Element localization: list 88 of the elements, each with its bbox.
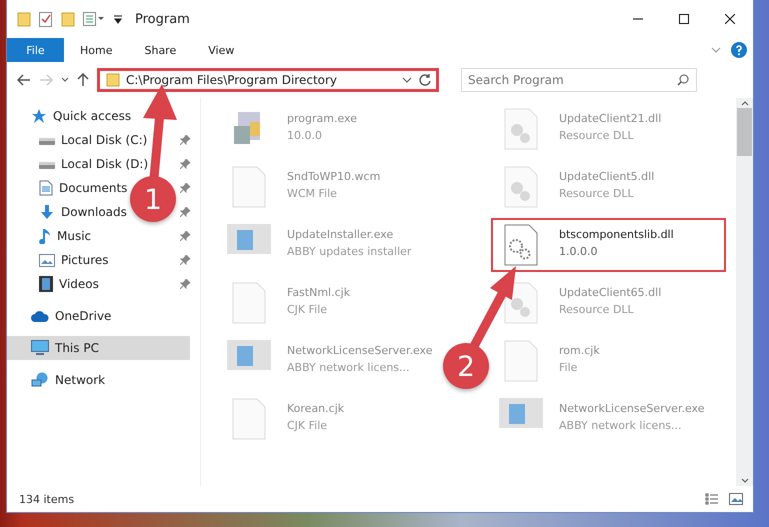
address-bar[interactable]: C:\Program Files\Program Directory: [97, 68, 439, 92]
file-detail: ABBY network licens...: [559, 419, 683, 432]
blank-file-icon: [232, 282, 266, 324]
pin-icon[interactable]: [180, 279, 190, 289]
window-icon: [227, 340, 271, 370]
up-arrow-icon[interactable]: [77, 73, 89, 87]
blank-file-icon: [504, 340, 538, 382]
chevron-down-icon[interactable]: [402, 77, 412, 83]
dropdown-icon[interactable]: [113, 14, 123, 24]
scroll-down-icon[interactable]: [740, 478, 748, 484]
picture-icon: [39, 254, 55, 266]
sidebar-item[interactable]: OneDrive: [7, 304, 118, 328]
music-note-icon: [39, 228, 51, 244]
film-icon: [39, 276, 53, 292]
file-name: SndToWP10.wcm: [287, 170, 380, 183]
chevron-down-icon[interactable]: [61, 77, 69, 83]
file-detail: CJK File: [287, 303, 328, 316]
file-name: Korean.cjk: [287, 402, 344, 415]
file-detail: ABBY updates installer: [287, 245, 412, 258]
monitor-icon: [31, 340, 49, 356]
file-detail: ABBY network licens...: [287, 361, 411, 374]
help-icon[interactable]: [731, 42, 747, 58]
file-name: rom.cjk: [559, 344, 600, 357]
cloud-icon: [31, 310, 49, 322]
view-options-icon[interactable]: [83, 12, 105, 26]
sidebar-item[interactable]: Pictures: [7, 248, 115, 272]
sidebar-item[interactable]: This PC: [7, 336, 190, 360]
gear-file-icon: [504, 224, 538, 266]
file-name: NetworkLicenseServer.exe: [559, 402, 704, 415]
pin-icon[interactable]: [180, 207, 190, 217]
scrollbar[interactable]: [736, 98, 753, 486]
file-detail: Resource DLL: [559, 129, 635, 142]
maximize-icon[interactable]: [679, 14, 689, 24]
file-detail: 10.0.0: [287, 129, 323, 142]
ribbon-tab[interactable]: File: [7, 38, 64, 62]
blank-file-icon: [232, 398, 266, 440]
file-detail: Resource DLL: [559, 303, 635, 316]
file-name: UpdateInstaller.exe: [287, 228, 394, 241]
scrollbar-thumb[interactable]: [737, 108, 752, 156]
window-icon: [227, 224, 271, 254]
file-detail: File: [559, 361, 578, 374]
search-field[interactable]: Search Program: [461, 68, 697, 92]
back-icon[interactable]: [17, 74, 31, 86]
ribbon-tab[interactable]: View: [192, 38, 250, 62]
sidebar-item[interactable]: Music: [7, 224, 98, 248]
properties-icon[interactable]: [39, 11, 53, 27]
file-name: program.exe: [287, 112, 357, 125]
sidebar-item[interactable]: Local Disk (D:): [7, 152, 154, 176]
scroll-up-icon[interactable]: [740, 100, 748, 106]
file-detail: CJK File: [287, 419, 328, 432]
sidebar-item[interactable]: Videos: [7, 272, 105, 296]
details-view-icon[interactable]: [705, 493, 719, 505]
file-name: FastNml.cjk: [287, 286, 350, 299]
gear-file-icon: [504, 108, 538, 150]
file-item[interactable]: btscomponentslib.dll 1.0.0.0: [491, 218, 726, 272]
blank-file-icon: [232, 166, 266, 208]
folder-icon: [106, 73, 120, 87]
sidebar-item[interactable]: Local Disk (C:): [7, 128, 154, 152]
large-icons-view-icon[interactable]: [729, 493, 743, 505]
file-name: UpdateClient5.dll: [559, 170, 654, 183]
window-icon: [499, 398, 543, 428]
pin-icon[interactable]: [180, 255, 190, 265]
file-name: NetworkLicenseServer.exe: [287, 344, 432, 357]
sidebar-item[interactable]: Downloads: [7, 200, 133, 224]
pin-icon[interactable]: [180, 159, 190, 169]
sidebar-item[interactable]: Network: [7, 368, 112, 392]
star-icon: [31, 108, 47, 124]
document-icon: [39, 180, 53, 196]
sidebar-item[interactable]: Quick access: [7, 104, 138, 128]
file-name: btscomponentslib.dll: [559, 228, 674, 241]
search-icon[interactable]: [677, 74, 689, 86]
refresh-icon[interactable]: [418, 73, 432, 87]
gear-file-icon: [504, 166, 538, 208]
network-icon: [31, 372, 49, 388]
ribbon-tab[interactable]: Home: [64, 38, 128, 62]
file-detail: Resource DLL: [559, 187, 635, 200]
window-title: Program: [135, 12, 190, 26]
down-arrow-icon: [39, 204, 55, 220]
file-name: UpdateClient21.dll: [559, 112, 662, 125]
pin-icon[interactable]: [180, 135, 190, 145]
item-count: 134 items: [19, 492, 74, 506]
close-icon[interactable]: [725, 14, 735, 24]
file-detail: WCM File: [287, 187, 338, 200]
file-detail: 1.0.0.0: [559, 245, 598, 258]
pin-icon[interactable]: [180, 183, 190, 193]
ribbon-tab[interactable]: Share: [128, 38, 192, 62]
file-name: UpdateClient65.dll: [559, 286, 662, 299]
pin-icon[interactable]: [180, 231, 190, 241]
